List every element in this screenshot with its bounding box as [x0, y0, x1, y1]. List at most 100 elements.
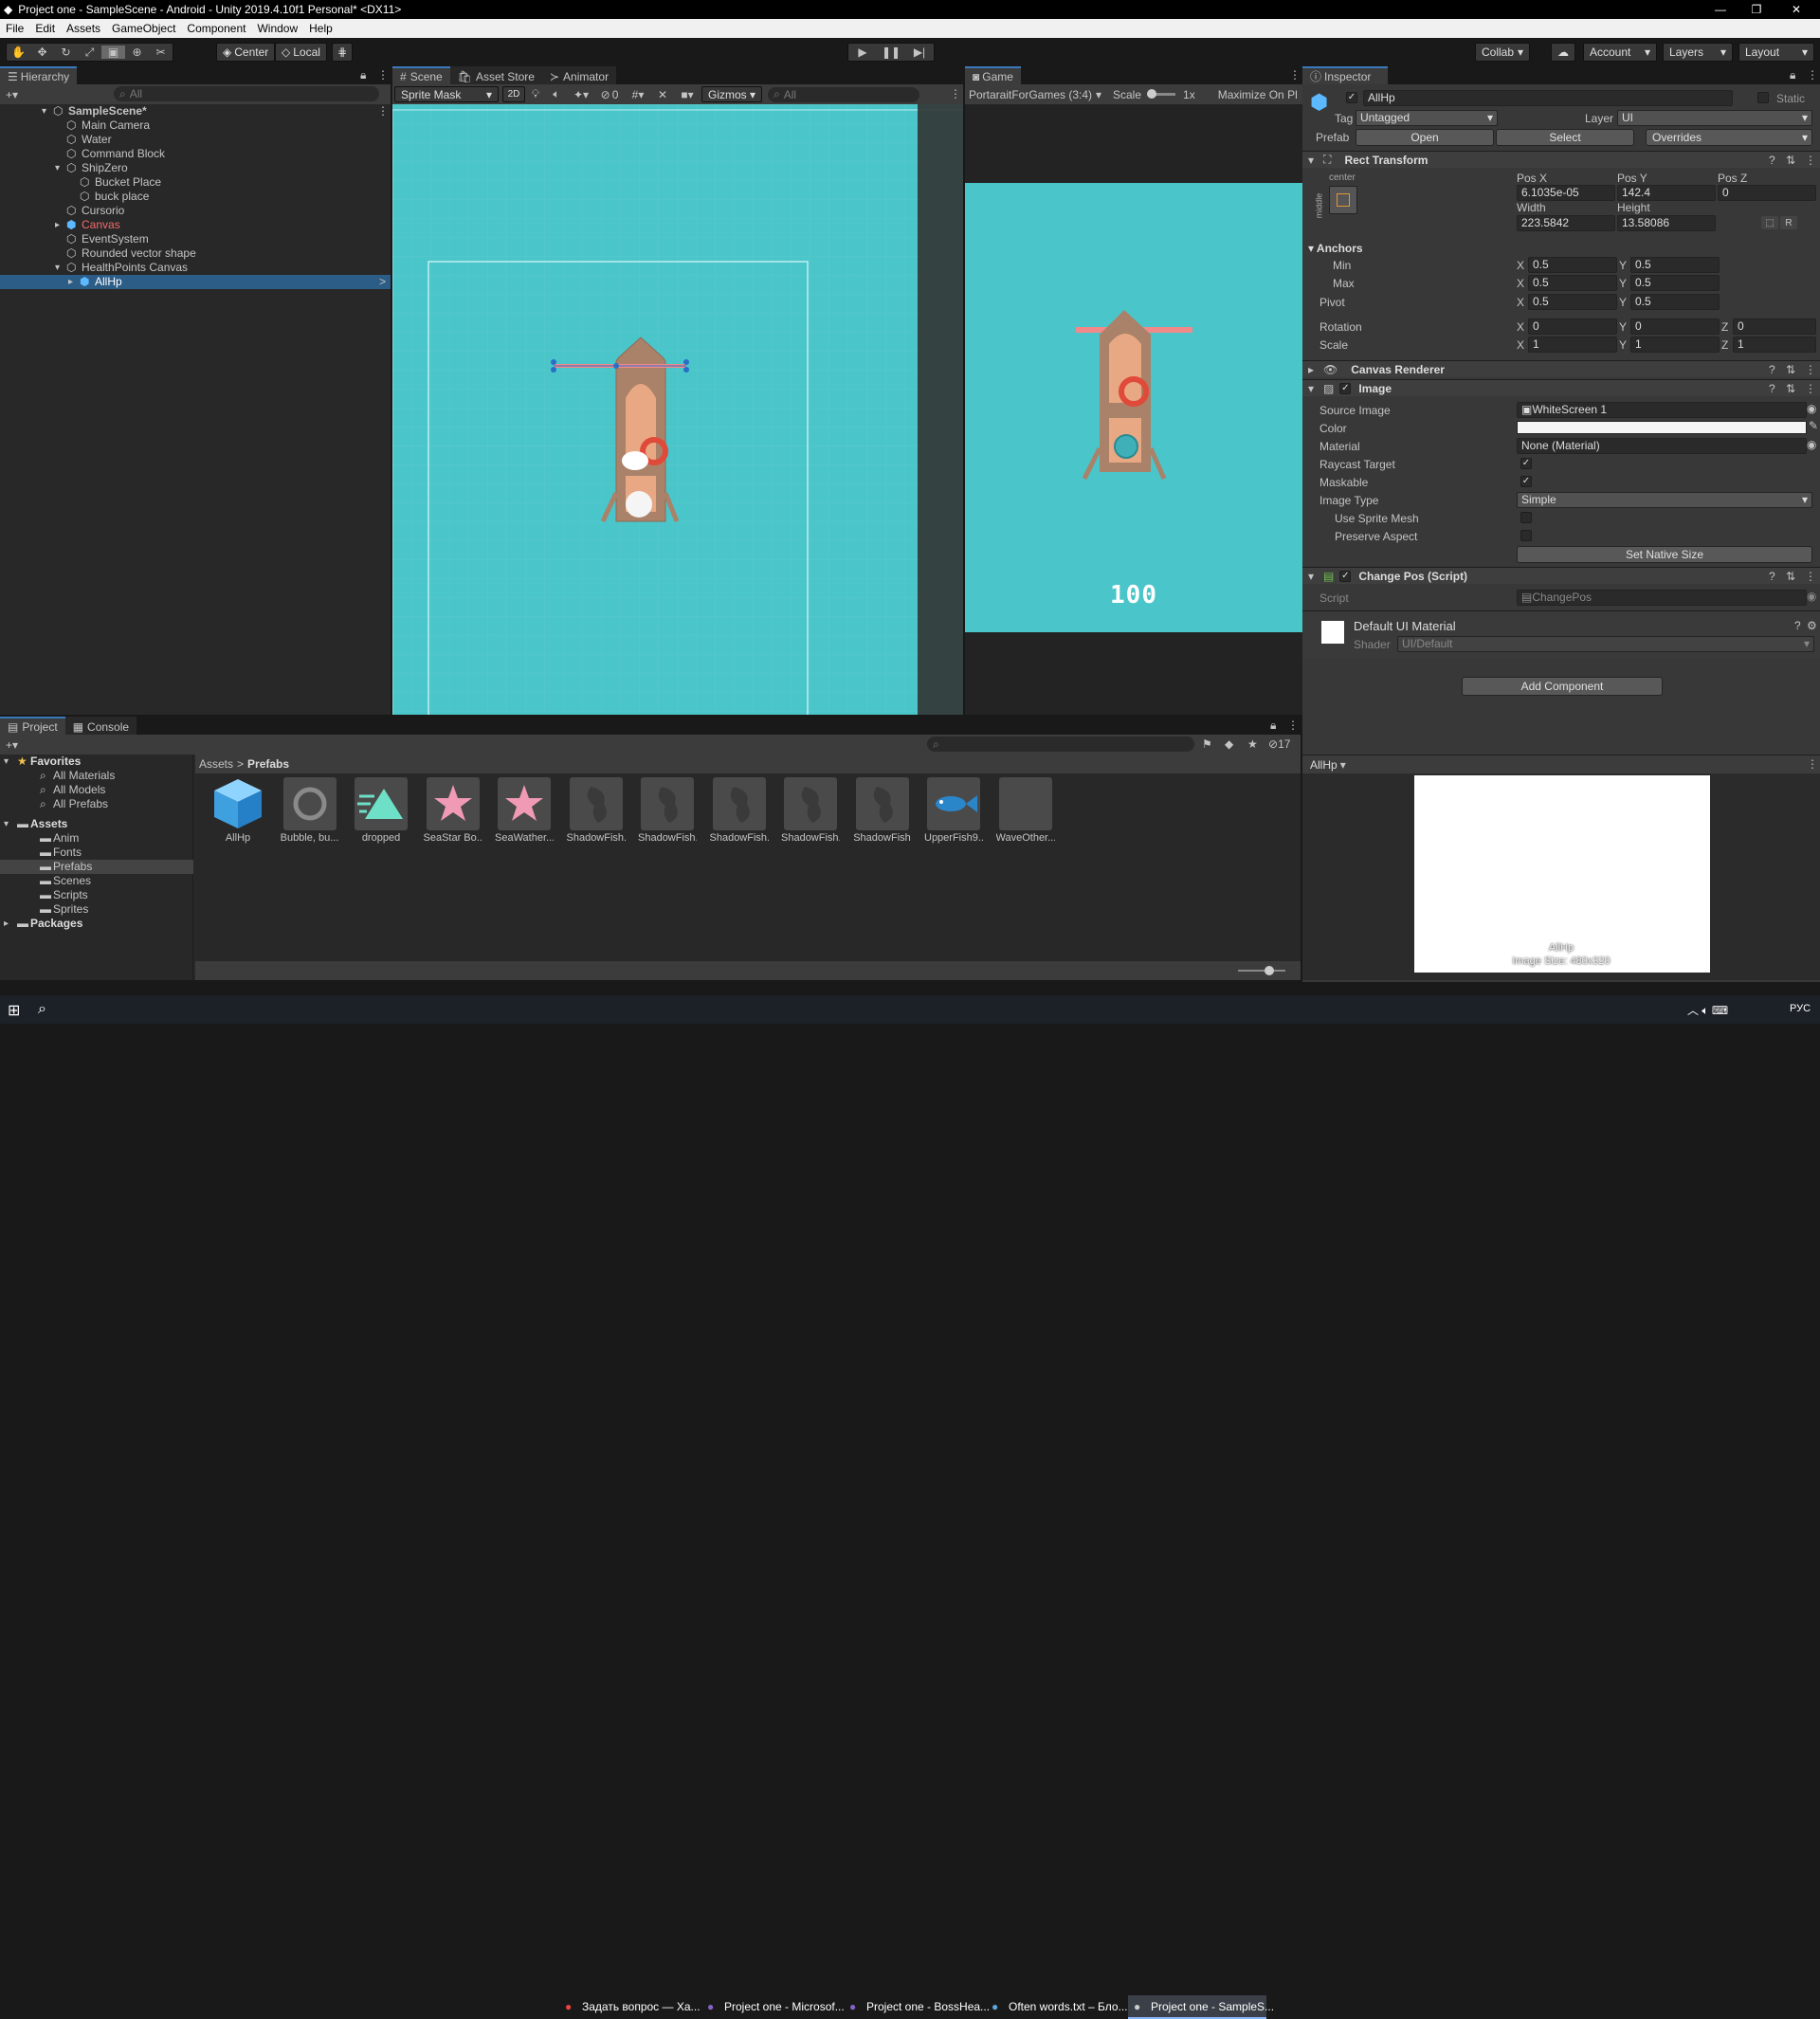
hidden-objects-icon[interactable]: ⊘ 0: [595, 88, 624, 101]
prefab-select-button[interactable]: Select: [1496, 129, 1634, 146]
layers-dropdown[interactable]: Layers ▾: [1663, 43, 1733, 62]
step-button[interactable]: ▶|: [905, 45, 934, 59]
color-swatch[interactable]: [1517, 421, 1807, 434]
help-icon[interactable]: ?: [1769, 363, 1775, 376]
scene-viewport[interactable]: [392, 104, 963, 715]
preserve-aspect-checkbox[interactable]: [1520, 530, 1532, 541]
static-checkbox[interactable]: [1757, 92, 1769, 103]
pivot-center-toggle[interactable]: ◈ Center: [216, 43, 276, 62]
maximize-button[interactable]: ❐: [1742, 0, 1771, 19]
tab-animator[interactable]: ≻ Animator: [541, 66, 617, 84]
pos-x-input[interactable]: 6.1035e-05: [1517, 185, 1615, 201]
chevron-down-icon[interactable]: ▾: [1340, 758, 1346, 772]
set-native-size-button[interactable]: Set Native Size: [1517, 546, 1812, 563]
hierarchy-item[interactable]: ⋮ ▾ ⬡ SampleScene*: [0, 104, 391, 118]
project-search-input[interactable]: ⌕: [927, 737, 1194, 752]
help-icon[interactable]: ?: [1769, 570, 1775, 583]
zoom-slider[interactable]: [1238, 966, 1285, 975]
project-tree-item[interactable]: ▸ ▬ Packages: [0, 917, 193, 931]
pivot-y-input[interactable]: 0.5: [1630, 294, 1720, 310]
scene-search-input[interactable]: ⌕ All: [768, 86, 919, 102]
pos-z-input[interactable]: 0: [1718, 185, 1816, 201]
foldout-arrow-icon[interactable]: ▾: [4, 755, 9, 769]
hierarchy-item[interactable]: ▸ ⬢ Canvas: [0, 218, 391, 232]
height-input[interactable]: 13.58086: [1617, 215, 1716, 231]
asset-item[interactable]: ShadowFish...: [781, 777, 840, 844]
image-type-dropdown[interactable]: Simple ▾: [1517, 492, 1812, 508]
transform-tool-icon[interactable]: ⊕: [125, 45, 149, 59]
tab-inspector[interactable]: ⓘ Inspector: [1302, 66, 1388, 84]
more-options-icon[interactable]: ⋮: [1807, 68, 1818, 82]
preset-icon[interactable]: ⇅: [1786, 570, 1795, 583]
hierarchy-item[interactable]: ▾ ⬡ ShipZero: [0, 161, 391, 175]
project-tree-item[interactable]: ▬ Scenes: [0, 874, 193, 888]
hierarchy-item[interactable]: ⬡ Bucket Place: [0, 175, 391, 190]
system-tray-icons[interactable]: ︿ 🔈︎ ⌨: [1687, 1002, 1728, 1018]
more-options-icon[interactable]: ⋮: [1805, 570, 1816, 583]
gear-icon[interactable]: ⚙: [1807, 619, 1817, 632]
custom-tool-icon[interactable]: ✂: [149, 45, 173, 59]
change-pos-enabled-checkbox[interactable]: ✓: [1339, 570, 1352, 582]
hierarchy-item[interactable]: ⬡ Water: [0, 133, 391, 147]
image-component-header[interactable]: ▾ ▨ ✓ Image ? ⇅ ⋮: [1302, 379, 1820, 396]
more-options-icon[interactable]: ⋮: [377, 68, 389, 82]
menu-help[interactable]: Help: [303, 19, 338, 38]
width-input[interactable]: 223.5842: [1517, 215, 1615, 231]
foldout-arrow-icon[interactable]: ▸: [55, 218, 60, 232]
taskbar-app[interactable]: ● Project one - Microsof...: [701, 1995, 845, 2019]
more-options-icon[interactable]: ⋮: [377, 104, 389, 118]
gizmos-dropdown[interactable]: Gizmos ▾: [701, 86, 762, 102]
asset-item[interactable]: UpperFish9...: [924, 777, 983, 844]
eyedropper-icon[interactable]: ✎: [1809, 419, 1818, 432]
rotation-x-input[interactable]: 0: [1528, 318, 1617, 335]
hidden-packages-icon[interactable]: ⊘17: [1268, 737, 1290, 751]
pos-y-input[interactable]: 142.4: [1617, 185, 1716, 201]
preset-icon[interactable]: ⇅: [1786, 363, 1795, 376]
project-tree-item[interactable]: ▬ Sprites: [0, 902, 193, 917]
hierarchy-item[interactable]: ⬡ Cursorio: [0, 204, 391, 218]
menu-file[interactable]: File: [0, 19, 29, 38]
prefab-open-button[interactable]: Open: [1356, 129, 1494, 146]
pivot-local-toggle[interactable]: ◇ Local: [275, 43, 327, 62]
raw-edit-icon[interactable]: R: [1780, 216, 1797, 229]
preset-icon[interactable]: ⇅: [1786, 154, 1795, 167]
asset-item[interactable]: ShadowFish...: [710, 777, 769, 844]
lock-icon[interactable]: 🔒︎: [1790, 68, 1795, 82]
hierarchy-item[interactable]: ⬡ Rounded vector shape: [0, 246, 391, 261]
rotation-z-input[interactable]: 0: [1733, 318, 1816, 335]
rotate-tool-icon[interactable]: ↻: [54, 45, 78, 59]
taskbar-app[interactable]: ● Project one - SampleS...: [1128, 1995, 1274, 2019]
anchor-max-y-input[interactable]: 0.5: [1630, 275, 1720, 291]
project-tree-item[interactable]: ▾ ▬ Assets: [0, 817, 193, 831]
help-icon[interactable]: ?: [1769, 154, 1775, 167]
favorites-star-icon[interactable]: ★: [1247, 737, 1258, 751]
grid-icon[interactable]: #▾: [624, 88, 652, 101]
object-picker-icon[interactable]: ◉: [1807, 438, 1816, 451]
asset-item[interactable]: Bubble, bu...: [281, 777, 339, 844]
menu-assets[interactable]: Assets: [61, 19, 106, 38]
hierarchy-item[interactable]: ▾ ⬡ HealthPoints Canvas: [0, 261, 391, 275]
tag-dropdown[interactable]: Untagged ▾: [1356, 110, 1498, 126]
hand-tool-icon[interactable]: ✋: [7, 45, 30, 59]
tab-hierarchy[interactable]: ☰ Hierarchy: [0, 66, 78, 84]
add-icon[interactable]: +▾: [6, 88, 18, 101]
more-options-icon[interactable]: ⋮: [1807, 757, 1818, 771]
foldout-arrow-icon[interactable]: ▾: [55, 161, 60, 175]
maximize-on-play-toggle[interactable]: Maximize On Pl: [1218, 88, 1298, 101]
audio-icon[interactable]: 🔈︎: [546, 87, 567, 101]
account-dropdown[interactable]: Account ▾: [1583, 43, 1657, 62]
taskbar-app[interactable]: ● Задать вопрос — Ха...: [559, 1995, 701, 2019]
scale-y-input[interactable]: 1: [1630, 336, 1720, 353]
help-icon[interactable]: ?: [1769, 382, 1775, 395]
asset-item[interactable]: dropped: [352, 777, 410, 844]
object-picker-icon[interactable]: ◉: [1807, 402, 1816, 415]
menu-edit[interactable]: Edit: [29, 19, 61, 38]
aspect-dropdown[interactable]: PortaraitForGames (3:4) ▾: [965, 88, 1107, 101]
asset-item[interactable]: SeaWather...: [495, 777, 554, 844]
search-by-label-icon[interactable]: ◆: [1225, 737, 1233, 751]
more-options-icon[interactable]: ⋮: [1289, 68, 1301, 82]
project-tree-item[interactable]: ▬ Fonts: [0, 846, 193, 860]
project-tree-item[interactable]: ⌕ All Prefabs: [0, 797, 193, 811]
lock-icon[interactable]: 🔒︎: [360, 68, 366, 82]
game-viewport[interactable]: 100: [965, 183, 1302, 632]
